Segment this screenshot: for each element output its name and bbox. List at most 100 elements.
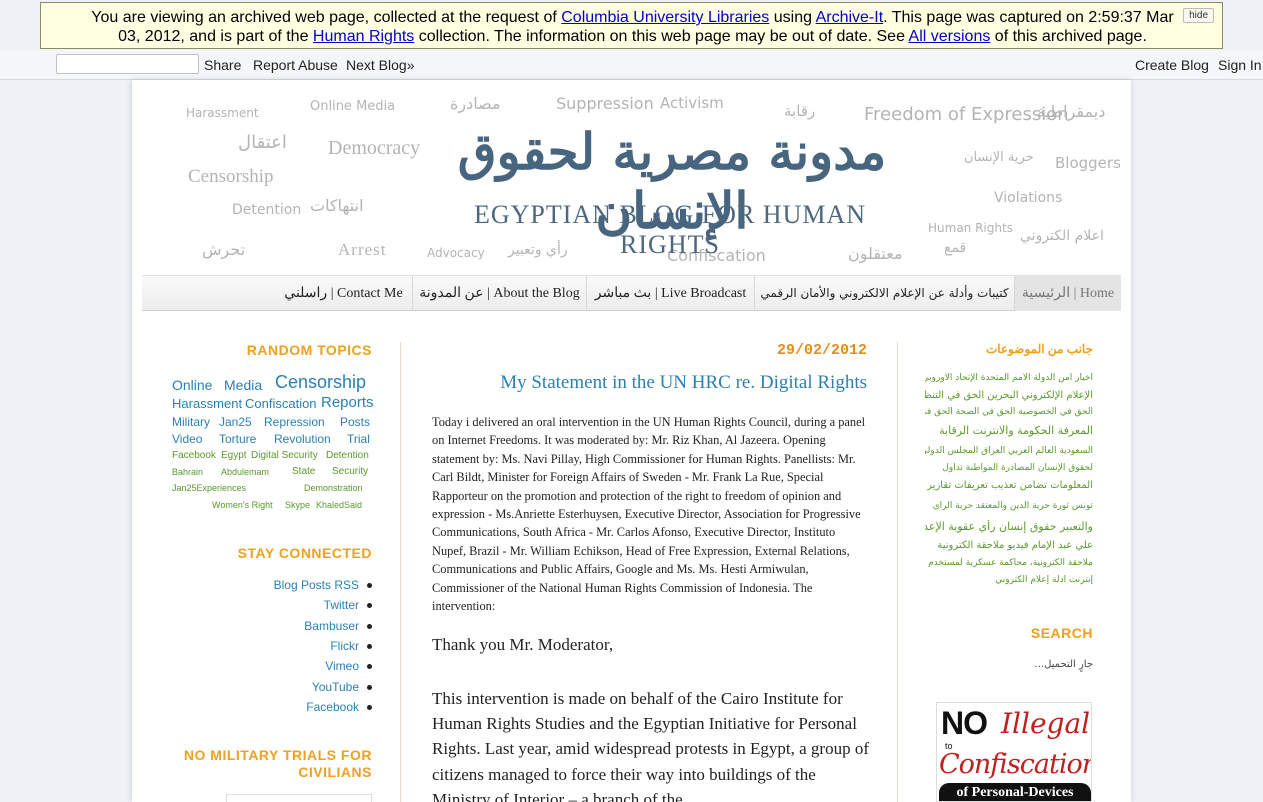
topic-tag[interactable]: Repression [264, 415, 325, 429]
topic-tag[interactable]: Revolution [274, 432, 331, 446]
arabic-topic-line[interactable]: إنترنت أدلة إعلام الكتروني [925, 575, 1093, 585]
social-link-twitter[interactable]: Twitter [324, 598, 372, 612]
arabic-topic-line[interactable]: المعلومات تضامن تعذيب تعريفات تقارير [925, 480, 1093, 491]
tab-contact[interactable]: راسلني | Contact Me [275, 276, 412, 311]
topic-tag[interactable]: Online [172, 377, 212, 393]
arabic-topic-line[interactable]: المعرفة الحكومة والانترنت الرقابة [925, 424, 1093, 437]
bullet-icon [367, 643, 372, 649]
header-cloud-word: Online Media [310, 99, 396, 114]
no-illegal-confiscation-badge[interactable]: NO to Illegal Confiscation of Personal-D… [936, 702, 1092, 802]
post-intro: Today i delivered an oral intervention i… [432, 415, 866, 614]
topic-tag[interactable]: Digital Security [251, 450, 318, 461]
arabic-topic-line[interactable]: والتعبير حقوق إنسان رأي عقوبة الإعدام [925, 520, 1093, 533]
badge-illegal-text: Illegal [1001, 707, 1091, 740]
topic-tag[interactable]: Posts [340, 415, 370, 429]
arabic-topic-line[interactable]: الإعلام الإلكتروني البحرين الحق في التنظ… [925, 390, 1093, 401]
no-military-trials-banner[interactable] [226, 794, 372, 802]
hide-banner-button[interactable]: hide [1183, 8, 1214, 23]
arabic-topic-line[interactable]: ملاحقة الكترونية، محاكمة عسكرية لمستخدم [925, 558, 1093, 568]
topic-tag[interactable]: Egypt [221, 450, 247, 461]
header-cloud-word: Violations [994, 190, 1063, 206]
blog-header[interactable]: Harassment Online Media مصادرة Suppressi… [132, 80, 1131, 275]
header-cloud-word: اعتقال [238, 132, 287, 153]
topic-tag[interactable]: Skype [285, 500, 310, 510]
topic-tag[interactable]: Bahrain [172, 467, 203, 477]
topic-tag[interactable]: Abdulemam [221, 467, 269, 477]
topic-tag[interactable]: Demonstration [304, 483, 363, 493]
social-link-youtube[interactable]: YouTube [312, 680, 372, 694]
arabic-topic-line[interactable]: أخبار أمن الدولة الأمم المتحدة الإتحاد ا… [925, 373, 1093, 383]
arabic-topic-line[interactable]: الحق في الخصوصية الحق في الصحة الحق في [925, 407, 1093, 417]
tab-live-broadcast[interactable]: بث مباشر | Live Broadcast [586, 276, 754, 311]
topic-tag[interactable]: Video [172, 432, 202, 446]
navbar-search-input[interactable] [56, 54, 199, 74]
topic-tag[interactable]: Torture [219, 432, 256, 446]
topic-tag[interactable]: Harassment [172, 396, 242, 411]
archive-text: collection. The information on this web … [414, 28, 909, 45]
topic-tag[interactable]: Facebook [172, 450, 216, 461]
topic-tag[interactable]: Women's Right [212, 500, 273, 510]
stay-connected-heading: STAY CONNECTED [237, 545, 372, 561]
create-blog-link[interactable]: Create Blog [1135, 57, 1209, 73]
all-versions-link[interactable]: All versions [909, 28, 991, 45]
archive-it-link[interactable]: Archive-It [816, 9, 884, 26]
post-title-link[interactable]: My Statement in the UN HRC re. Digital R… [500, 372, 867, 394]
tab-guides[interactable]: كتيبات وأدلة عن الإعلام الالكتروني والأم… [754, 276, 1014, 311]
arabic-topic-line[interactable]: لحقوق الإنسان المصادرة المواطنة تداول [925, 463, 1093, 473]
arabic-topic-line[interactable]: السعودية العالم العربي العراق المجلس الد… [925, 446, 1093, 456]
archive-message: You are viewing an archived web page, co… [41, 8, 1224, 46]
arabic-topic-line[interactable]: تونس ثورة حرية الدين والمعتقد حرية الرأي [925, 501, 1093, 511]
social-link-label: Flickr [330, 639, 359, 653]
bullet-icon [367, 582, 372, 588]
topic-tag[interactable]: Jan25Experiences [172, 483, 246, 493]
header-cloud-word: Suppression [556, 94, 654, 113]
social-link-label: Twitter [323, 598, 359, 612]
social-link-vimeo[interactable]: Vimeo [325, 659, 372, 673]
header-cloud-word: Censorship [188, 166, 274, 187]
topic-tag[interactable]: Trial [347, 432, 370, 446]
social-link-bambuser[interactable]: Bambuser [304, 619, 372, 633]
blogger-navbar: Share Report Abuse Next Blog» Create Blo… [0, 50, 1263, 80]
random-topics-heading: RANDOM TOPICS [246, 342, 372, 358]
share-button[interactable]: Share [204, 57, 241, 73]
badge-confiscation-text: Confiscation [939, 749, 1092, 780]
topic-tag[interactable]: Security [332, 466, 368, 477]
no-military-trials-heading: NO MILITARY TRIALS FOR CIVILIANS [183, 747, 372, 780]
topic-tag[interactable]: Confiscation [245, 396, 317, 411]
report-abuse-link[interactable]: Report Abuse [253, 57, 338, 73]
human-rights-link[interactable]: Human Rights [313, 28, 414, 45]
arabic-topic-line[interactable]: علي عبد الإمام فيديو ملاحقة الكترونية [925, 540, 1093, 551]
social-link-rss[interactable]: Blog Posts RSS [274, 578, 372, 592]
page-tabs: الرئيسية | Home كتيبات وأدلة عن الإعلام … [142, 275, 1121, 311]
header-cloud-word: Bloggers [1055, 154, 1121, 172]
post-date: 29/02/2012 [776, 342, 867, 359]
topic-tag[interactable]: KhaledSaid [316, 500, 362, 510]
header-cloud-word: Harassment [186, 106, 259, 120]
header-cloud-word: Detention [232, 202, 302, 218]
topic-tag[interactable]: Censorship [275, 372, 366, 393]
left-column-divider [400, 342, 401, 802]
search-loading-text: ...جارٍ التحميل [1034, 659, 1093, 670]
topics-heading-arabic: جانب من الموضوعات [985, 342, 1093, 356]
topic-tag[interactable]: Media [224, 377, 262, 393]
topic-tag[interactable]: Jan25 [219, 415, 252, 429]
social-link-facebook[interactable]: Facebook [306, 700, 372, 714]
right-sidebar: جانب من الموضوعات أخبار أمن الدولة الأمم… [925, 342, 1093, 802]
topic-tag[interactable]: Reports [321, 394, 374, 411]
header-cloud-word: انتهاكات [310, 196, 364, 215]
social-link-flickr[interactable]: Flickr [330, 639, 372, 653]
bullet-icon [367, 623, 372, 629]
tab-about[interactable]: عن المدونة | About the Blog [412, 276, 586, 311]
topic-tag[interactable]: State [292, 466, 315, 477]
main-post: 29/02/2012 My Statement in the UN HRC re… [432, 342, 869, 802]
sign-in-link[interactable]: Sign In [1218, 57, 1262, 73]
tab-home[interactable]: الرئيسية | Home [1014, 276, 1121, 311]
next-blog-link[interactable]: Next Blog» [346, 57, 414, 73]
header-cloud-word: Activism [660, 94, 724, 112]
columbia-link[interactable]: Columbia University Libraries [561, 9, 769, 26]
header-cloud-word: ديمقراطية [1037, 102, 1106, 121]
topic-tag[interactable]: Detention [326, 450, 369, 461]
topic-tag[interactable]: Military [172, 415, 210, 429]
blog-title-english: EGYPTIAN BLOG FOR HUMAN RIGHTS [473, 200, 867, 259]
social-link-label: Facebook [306, 700, 359, 714]
